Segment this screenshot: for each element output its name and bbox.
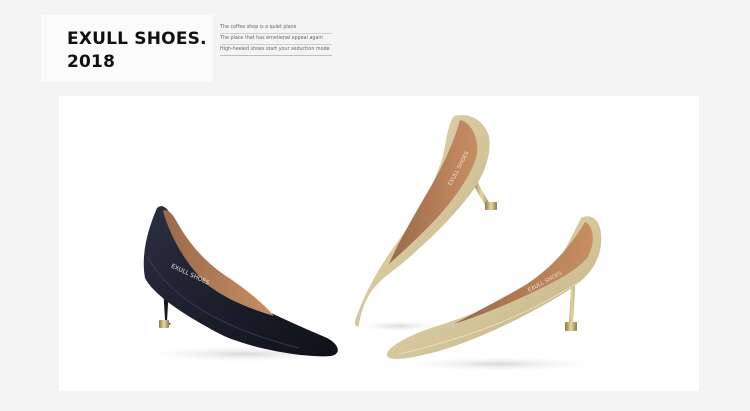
tagline-item: The place that has emotional appeal agai… — [220, 34, 332, 45]
gold-pump-shoe-icon: EXULL SHOES — [354, 115, 497, 332]
black-pump-shoe-icon: EXULL SHOES — [134, 206, 354, 363]
brand-title: EXULL SHOES. — [67, 29, 207, 49]
brand-year: 2018 — [67, 52, 116, 72]
tagline-item: The coffee shop is a quiet place — [220, 23, 332, 34]
tagline-item: High-heeled shoes start your seduction m… — [220, 45, 332, 56]
product-banner: EXULL SHOES. 2018 The coffee shop is a q… — [0, 0, 750, 411]
tagline-list: The coffee shop is a quiet place The pla… — [220, 23, 332, 56]
product-photo: EXULL SHOES EXULL SHOES EXULL SHOES — [59, 96, 699, 391]
brand-title-box: EXULL SHOES. 2018 — [41, 15, 213, 82]
